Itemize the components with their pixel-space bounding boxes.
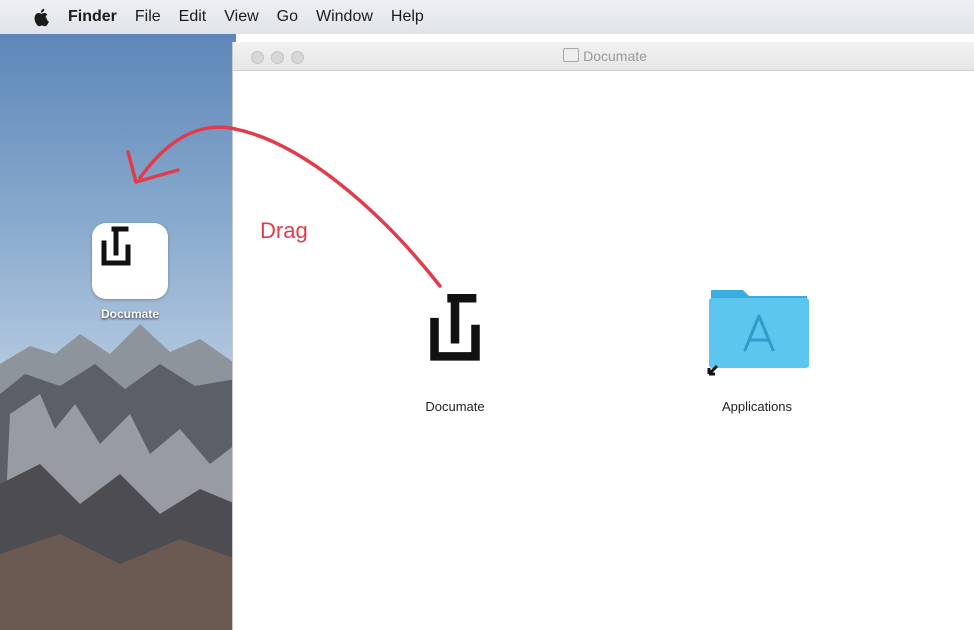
window-title-text: Documate <box>583 48 647 64</box>
documate-app-icon <box>430 293 480 361</box>
applications-label: Applications <box>721 399 793 414</box>
documate-app-label: Documate <box>425 399 485 414</box>
menu-file[interactable]: File <box>135 8 161 26</box>
applications-folder-icon <box>707 290 809 376</box>
menu-help[interactable]: Help <box>391 8 424 26</box>
menu-window[interactable]: Window <box>316 8 373 26</box>
documate-app-item[interactable]: Documate <box>409 288 501 414</box>
menu-bar: Finder File Edit View Go Window Help <box>0 0 974 34</box>
window-titlebar[interactable]: Documate <box>233 42 974 71</box>
desktop-icon-label: Documate <box>100 307 159 321</box>
documate-logo-icon <box>101 226 131 266</box>
applications-folder-item[interactable]: Applications <box>697 282 817 414</box>
finder-window: Documate Documate Applications <box>232 42 974 630</box>
menu-view[interactable]: View <box>224 8 258 26</box>
menu-edit[interactable]: Edit <box>179 8 207 26</box>
menu-go[interactable]: Go <box>277 8 298 26</box>
apple-icon[interactable] <box>32 7 52 27</box>
disk-image-icon <box>563 48 580 62</box>
desktop-documate-icon[interactable] <box>92 223 168 299</box>
mountain-wallpaper <box>0 324 236 630</box>
desktop-wallpaper: Documate <box>0 34 236 630</box>
window-title: Documate <box>233 48 974 64</box>
drag-annotation-text: Drag <box>260 218 308 243</box>
menu-finder[interactable]: Finder <box>68 8 117 26</box>
